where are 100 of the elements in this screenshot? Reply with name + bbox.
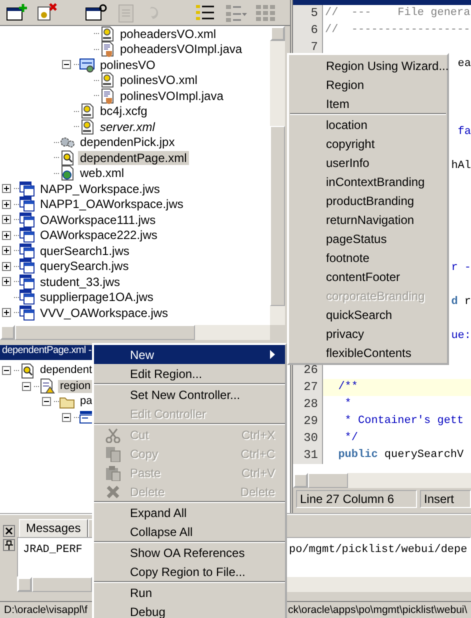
code-text: d r	[451, 295, 471, 310]
java-file-icon	[99, 41, 115, 58]
tree-expander-icon[interactable]	[2, 200, 14, 209]
tree-item[interactable]: poheadersVOImpl.java	[118, 42, 244, 56]
tree-item[interactable]: web.xml	[78, 166, 126, 180]
code-text: */	[344, 432, 358, 444]
menu-item[interactable]: footnote	[290, 248, 446, 267]
horizontal-scrollbar[interactable]	[293, 473, 471, 488]
close-icon[interactable]	[2, 525, 14, 537]
menu-item[interactable]: Collapse All	[94, 522, 285, 541]
tree-expander-icon[interactable]	[62, 60, 74, 70]
tree-expander-icon[interactable]	[2, 246, 14, 256]
menu-item[interactable]: privacy	[290, 324, 446, 343]
menu-item[interactable]: Show OA References	[94, 543, 285, 562]
sql-object-icon	[79, 56, 95, 73]
tree-item[interactable]: NAPP_Workspace.jws	[38, 182, 162, 196]
code-text: // ------------------	[325, 24, 470, 36]
horizontal-scrollbar[interactable]	[0, 325, 270, 340]
menu-item[interactable]: location	[290, 115, 446, 134]
tree-item[interactable]: student_33.jws	[38, 274, 122, 289]
tree-item[interactable]: NAPP1_OAWorkspace.jws	[38, 197, 186, 212]
menu-item[interactable]: Item	[290, 94, 446, 113]
tree-item[interactable]: querSearch1.jws	[38, 244, 132, 258]
window-gear-icon[interactable]	[85, 2, 108, 22]
tree-expander-icon[interactable]	[2, 277, 14, 286]
tree-item[interactable]: supplierpage1OA.jws	[38, 290, 156, 304]
menu-item[interactable]: Region	[290, 75, 446, 94]
tree-expander-icon[interactable]	[2, 308, 14, 318]
tree-item[interactable]: region	[58, 380, 93, 393]
line-number: 6	[293, 22, 323, 39]
workspace-icon	[19, 304, 35, 321]
menu-item[interactable]: flexibleContents	[290, 343, 446, 362]
tree-item[interactable]: polinesVO.xml	[118, 73, 200, 88]
code-text: fa	[458, 125, 471, 140]
tree-item[interactable]: dependentPage.xml	[78, 150, 189, 165]
menu-item[interactable]: Region Using Wizard...	[290, 56, 446, 75]
xml-file-icon	[79, 103, 95, 120]
xml-file-icon	[99, 72, 115, 88]
tree-item[interactable]: dependenPick.jpx	[78, 135, 177, 150]
tree-item[interactable]: dependent	[38, 364, 94, 378]
workspace-icon	[19, 274, 35, 290]
workspace-icon	[19, 242, 35, 259]
message-text: JRAD_PERF	[22, 544, 82, 558]
list-dropdown-icon[interactable]	[224, 2, 247, 22]
submenu-arrow-icon	[270, 350, 275, 359]
menu-item[interactable]: Debug	[94, 602, 285, 618]
delete-icon	[105, 484, 121, 500]
remove-icon[interactable]	[36, 2, 59, 22]
code-text: r -	[451, 261, 471, 276]
menu-item[interactable]: copyright	[290, 134, 446, 153]
tree-expander-icon[interactable]	[62, 412, 74, 422]
workspace-icon	[19, 227, 35, 244]
tree-item[interactable]: querySearch.jws	[38, 259, 131, 274]
copy-icon	[105, 446, 121, 462]
menu-item[interactable]: Expand All	[94, 503, 285, 522]
tree-item[interactable]: OAWorkspace111.jws	[38, 212, 158, 227]
tree-item[interactable]: server.xml	[98, 120, 157, 134]
menu-item[interactable]: productBranding	[290, 191, 446, 210]
tree-item[interactable]: bc4j.xcfg	[98, 104, 150, 118]
menu-item[interactable]: New	[94, 345, 285, 364]
menu-item[interactable]: userInfo	[290, 153, 446, 172]
tree-item[interactable]: OAWorkspace222.jws	[38, 228, 160, 242]
menu-item[interactable]: Set New Controller...	[94, 385, 285, 404]
tree-expander-icon[interactable]	[42, 397, 54, 406]
tree-expander-icon[interactable]	[2, 184, 14, 194]
panel-tab[interactable]: Messages	[19, 519, 88, 537]
code-text: /**	[337, 381, 358, 393]
paste-icon	[105, 465, 121, 481]
menu-item[interactable]: returnNavigation	[290, 210, 446, 229]
menu-item[interactable]: quickSearch	[290, 305, 446, 324]
menu-item[interactable]: contentFooter	[290, 267, 446, 286]
tree-item[interactable]: polinesVOImpl.java	[118, 88, 226, 103]
code-text: *	[344, 398, 352, 410]
code-text: // --- File genera	[325, 7, 470, 19]
tree-item[interactable]: VVV_OAWorkspace.jws	[38, 306, 170, 320]
menu-item[interactable]: pageStatus	[290, 229, 446, 248]
tree-expander-icon[interactable]	[2, 215, 14, 224]
tree-item[interactable]: poheadersVO.xml	[118, 26, 218, 41]
new-window-icon[interactable]	[6, 2, 29, 22]
message-text: po/mgmt/picklist/webui/depe	[289, 544, 468, 558]
menu-item[interactable]: inContextBranding	[290, 172, 446, 191]
pin-icon[interactable]	[2, 539, 14, 551]
tree-expander-icon[interactable]	[2, 230, 14, 240]
globe-file-icon	[59, 165, 75, 182]
menu-item[interactable]: Run	[94, 583, 285, 602]
tree-item[interactable]: pa	[78, 395, 94, 408]
workspace-icon	[19, 212, 35, 228]
menu-item[interactable]: Copy Region to File...	[94, 562, 285, 581]
vertical-scrollbar[interactable]	[270, 26, 285, 325]
tree-expander-icon[interactable]	[2, 366, 14, 376]
tree-expander-icon[interactable]	[22, 382, 34, 391]
list-icon[interactable]	[194, 2, 217, 22]
menu-item[interactable]: Edit Region...	[94, 364, 285, 383]
cursor-position: Line 27 Column 6	[296, 490, 417, 508]
tree-expander-icon[interactable]	[2, 262, 14, 271]
insert-mode: Insert	[420, 490, 471, 508]
code-text: ue:	[451, 329, 471, 344]
xml-file-icon	[79, 118, 95, 135]
line-number: 5	[293, 5, 323, 22]
tree-item[interactable]: polinesVO	[98, 58, 158, 72]
